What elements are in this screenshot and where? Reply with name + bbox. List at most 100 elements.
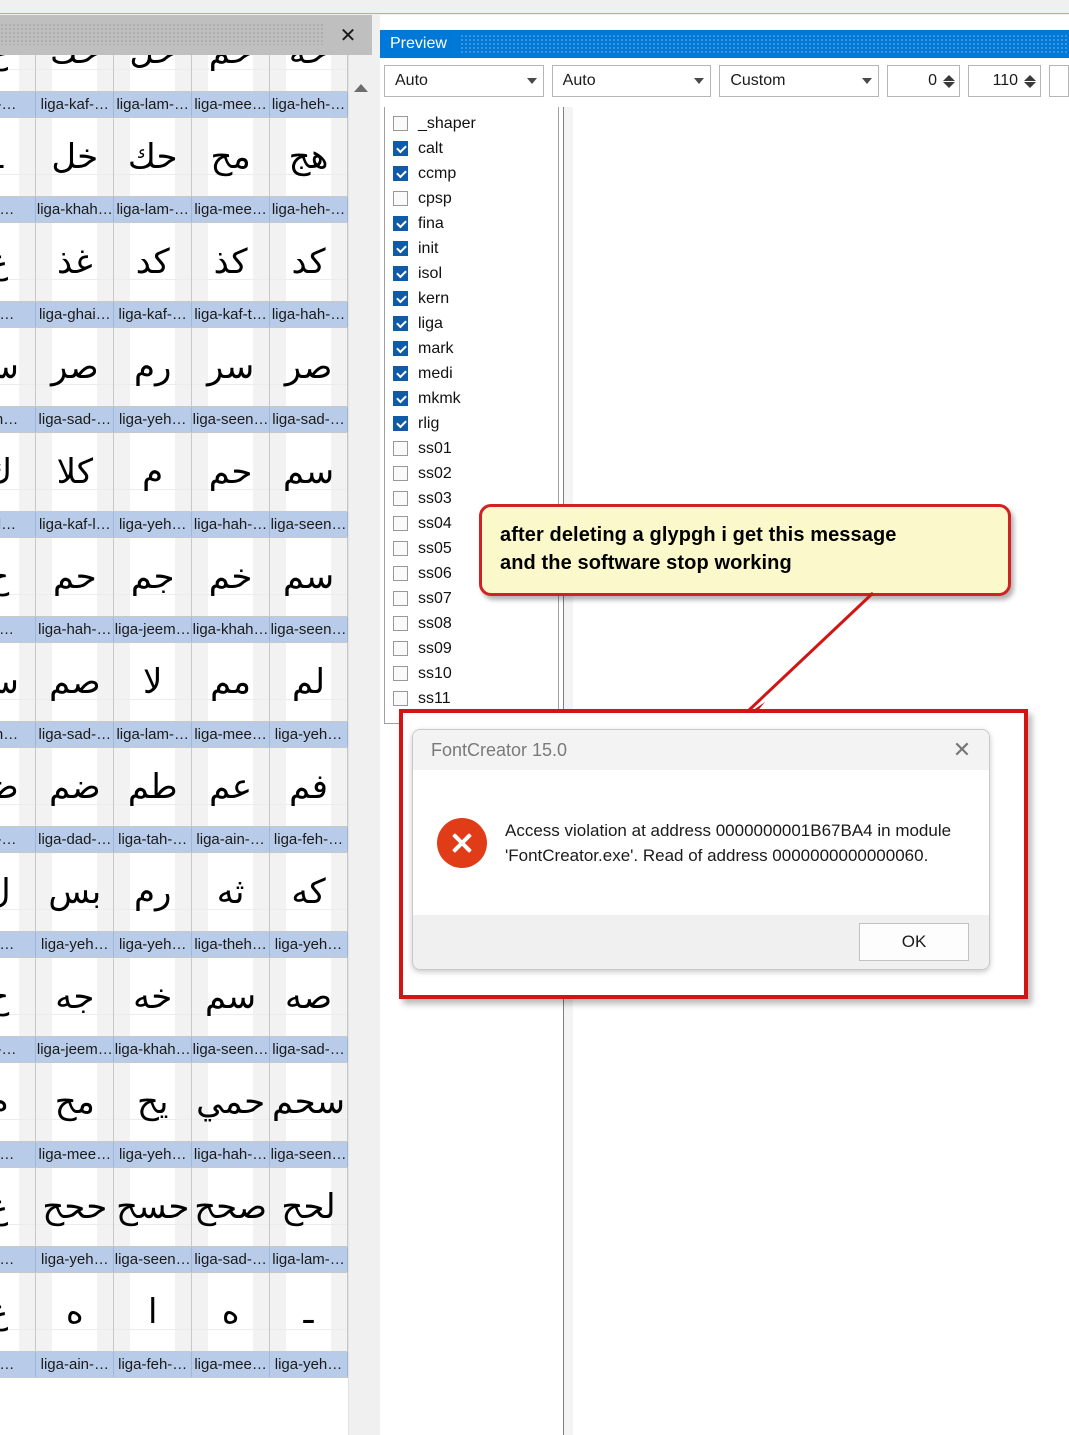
feature-item-rlig[interactable]: rlig [385, 411, 558, 436]
feature-checkbox[interactable] [393, 641, 408, 656]
feature-checkbox[interactable] [393, 541, 408, 556]
glyph-cell[interactable]: سر [191, 327, 271, 407]
feature-item-ss02[interactable]: ss02 [385, 461, 558, 486]
glyph-cell[interactable]: كد [269, 222, 348, 302]
glyph-name-label[interactable]: liga-sad-… [269, 1036, 348, 1063]
glyph-name-label[interactable]: liga-ain-… [191, 826, 271, 853]
spin-left[interactable]: 0 [887, 65, 961, 97]
glyph-cell[interactable]: ح [0, 537, 37, 617]
feature-item-ccmp[interactable]: ccmp [385, 161, 558, 186]
glyph-grid-scrollbar[interactable] [348, 55, 372, 1435]
glyph-name-label[interactable]: liga-sad-… [191, 1246, 271, 1273]
glyph-cell[interactable]: طم [113, 747, 193, 827]
glyph-cell[interactable]: ض [0, 747, 37, 827]
glyph-cell[interactable]: جم [113, 537, 193, 617]
glyph-name-label[interactable]: liga-lam-… [113, 91, 193, 118]
glyph-cell[interactable]: س [0, 327, 37, 407]
glyph-cell[interactable]: ح [0, 957, 37, 1037]
scroll-up-icon[interactable] [349, 77, 372, 99]
glyph-name-label[interactable]: m-… [0, 931, 37, 958]
glyph-name-label[interactable]: liga-kaf-… [113, 301, 193, 328]
glyph-name-label[interactable]: liga-kaf-l… [35, 511, 115, 538]
glyph-name-label[interactable]: liga-sad-… [35, 721, 115, 748]
glyph-cell[interactable]: حم [191, 55, 271, 92]
feature-checkbox[interactable] [393, 166, 408, 181]
feature-checkbox[interactable] [393, 341, 408, 356]
glyph-cell[interactable]: صر [35, 327, 115, 407]
glyph-name-label[interactable]: liga-yeh… [35, 1246, 115, 1273]
feature-checkbox[interactable] [393, 516, 408, 531]
ok-button[interactable]: OK [859, 923, 969, 961]
dialog-titlebar[interactable]: FontCreator 15.0 ✕ [413, 730, 989, 770]
glyph-name-label[interactable]: liga-dad-… [35, 826, 115, 853]
glyph-name-label[interactable]: m-… [0, 1351, 37, 1378]
glyph-name-label[interactable]: liga-seen… [269, 511, 348, 538]
glyph-name-label[interactable]: m-… [0, 1141, 37, 1168]
glyph-name-label[interactable]: liga-seen… [191, 1036, 271, 1063]
glyph-cell[interactable]: جه [35, 957, 115, 1037]
glyph-name-label[interactable]: liga-hah-… [191, 511, 271, 538]
glyph-cell[interactable]: ع [0, 222, 37, 302]
glyph-name-label[interactable]: eh… [0, 616, 37, 643]
glyph-name-label[interactable]: liga-yeh… [113, 1141, 193, 1168]
glyph-name-label[interactable]: liga-hah-… [191, 1141, 271, 1168]
glyph-cell[interactable]: سم [269, 432, 348, 512]
feature-item-ss11[interactable]: ss11 [385, 686, 558, 711]
glyph-cell[interactable]: ـ [0, 117, 37, 197]
glyph-cell[interactable]: كه [269, 852, 348, 932]
close-icon[interactable]: ✕ [943, 736, 981, 764]
feature-item-shaper[interactable]: _shaper [385, 111, 558, 136]
feature-checkbox[interactable] [393, 491, 408, 506]
glyph-cell[interactable]: خل [35, 117, 115, 197]
glyph-name-label[interactable]: liga-ain-… [35, 1351, 115, 1378]
spinner-up-down-icon[interactable] [1024, 74, 1037, 88]
glyph-name-label[interactable]: liga-hah-… [35, 616, 115, 643]
glyph-name-label[interactable]: liga-lam-… [113, 721, 193, 748]
glyph-cell[interactable]: مح [35, 1062, 115, 1142]
glyph-cell[interactable]: حل [113, 55, 193, 92]
glyph-name-label[interactable]: liga-hah-… [269, 301, 348, 328]
glyph-name-label[interactable]: liga-kaf-… [35, 91, 115, 118]
glyph-name-label[interactable]: liga-heh-… [269, 196, 348, 223]
glyph-cell[interactable]: ا [113, 1272, 193, 1352]
glyph-cell[interactable]: ححح [35, 1167, 115, 1247]
glyph-cell[interactable]: حم [191, 432, 271, 512]
glyph-cell[interactable]: غذ [35, 222, 115, 302]
glyph-name-label[interactable]: liga-kaf-t… [191, 301, 271, 328]
glyph-name-label[interactable]: liga-seen… [269, 1141, 348, 1168]
glyph-cell[interactable]: حك [113, 117, 193, 197]
language-select[interactable]: Auto [551, 65, 712, 97]
feature-item-ss01[interactable]: ss01 [385, 436, 558, 461]
glyph-cell[interactable]: ك [0, 432, 37, 512]
glyph-cell[interactable]: يح [113, 1062, 193, 1142]
glyph-cell[interactable]: سم [191, 957, 271, 1037]
feature-item-isol[interactable]: isol [385, 261, 558, 286]
feature-item-mkmk[interactable]: mkmk [385, 386, 558, 411]
feature-checkbox[interactable] [393, 266, 408, 281]
feature-checkbox[interactable] [393, 391, 408, 406]
glyph-cell[interactable]: م [0, 1062, 37, 1142]
feature-item-ss08[interactable]: ss08 [385, 611, 558, 636]
feature-checkbox[interactable] [393, 191, 408, 206]
spin-overflow[interactable] [1049, 65, 1069, 97]
feature-checkbox[interactable] [393, 366, 408, 381]
feature-checkbox[interactable] [393, 466, 408, 481]
feature-item-kern[interactable]: kern [385, 286, 558, 311]
glyph-cell[interactable]: ه [35, 1272, 115, 1352]
feature-checkbox[interactable] [393, 141, 408, 156]
close-icon[interactable]: ✕ [330, 23, 366, 47]
glyph-name-label[interactable]: liga-theh… [191, 931, 271, 958]
glyph-cell[interactable]: حم [35, 537, 115, 617]
glyph-cell[interactable]: حمي [191, 1062, 271, 1142]
glyph-cell[interactable]: حك [35, 55, 115, 92]
glyph-name-label[interactable]: liga-jeem… [113, 616, 193, 643]
glyph-name-label[interactable]: liga-yeh… [113, 931, 193, 958]
glyph-name-label[interactable]: eh-… [0, 91, 37, 118]
glyph-name-label[interactable]: liga-feh-… [113, 1351, 193, 1378]
glyph-cell[interactable]: فم [269, 747, 348, 827]
glyph-name-label[interactable]: liga-yeh… [113, 406, 193, 433]
glyph-cell[interactable]: صه [269, 957, 348, 1037]
glyph-name-label[interactable]: liga-seen… [191, 406, 271, 433]
glyph-name-label[interactable]: liga-khah… [35, 196, 115, 223]
glyph-cell[interactable]: رم [113, 327, 193, 407]
